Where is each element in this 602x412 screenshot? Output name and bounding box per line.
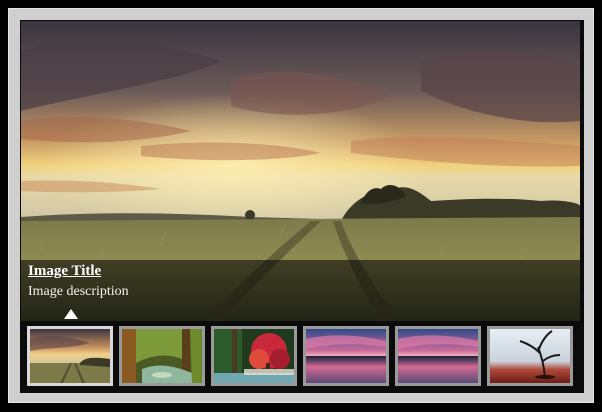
active-thumbnail-pointer [64,309,78,319]
image-caption-overlay: Image Title Image description [21,260,580,321]
thumb-forest-stream-image [122,329,202,383]
thumb-bare-tree-image [490,329,570,383]
gallery-viewer: Image Title Image description [20,20,584,393]
thumb-sunset-field-image [30,329,110,383]
thumbnail-3[interactable] [211,326,297,386]
image-description: Image description [28,284,129,299]
thumbnail-strip [20,322,584,393]
thumb-autumn-red-tree-image [214,329,294,383]
gallery-frame: Image Title Image description [8,8,594,403]
thumbnail-1[interactable] [27,326,113,386]
thumbnail-2[interactable] [119,326,205,386]
thumb-pink-sunset-water-image [398,329,478,383]
thumbnail-4[interactable] [303,326,389,386]
image-title[interactable]: Image Title [28,263,101,280]
thumb-pink-sunset-water-image [306,329,386,383]
thumbnail-6[interactable] [487,326,573,386]
thumbnail-5[interactable] [395,326,481,386]
